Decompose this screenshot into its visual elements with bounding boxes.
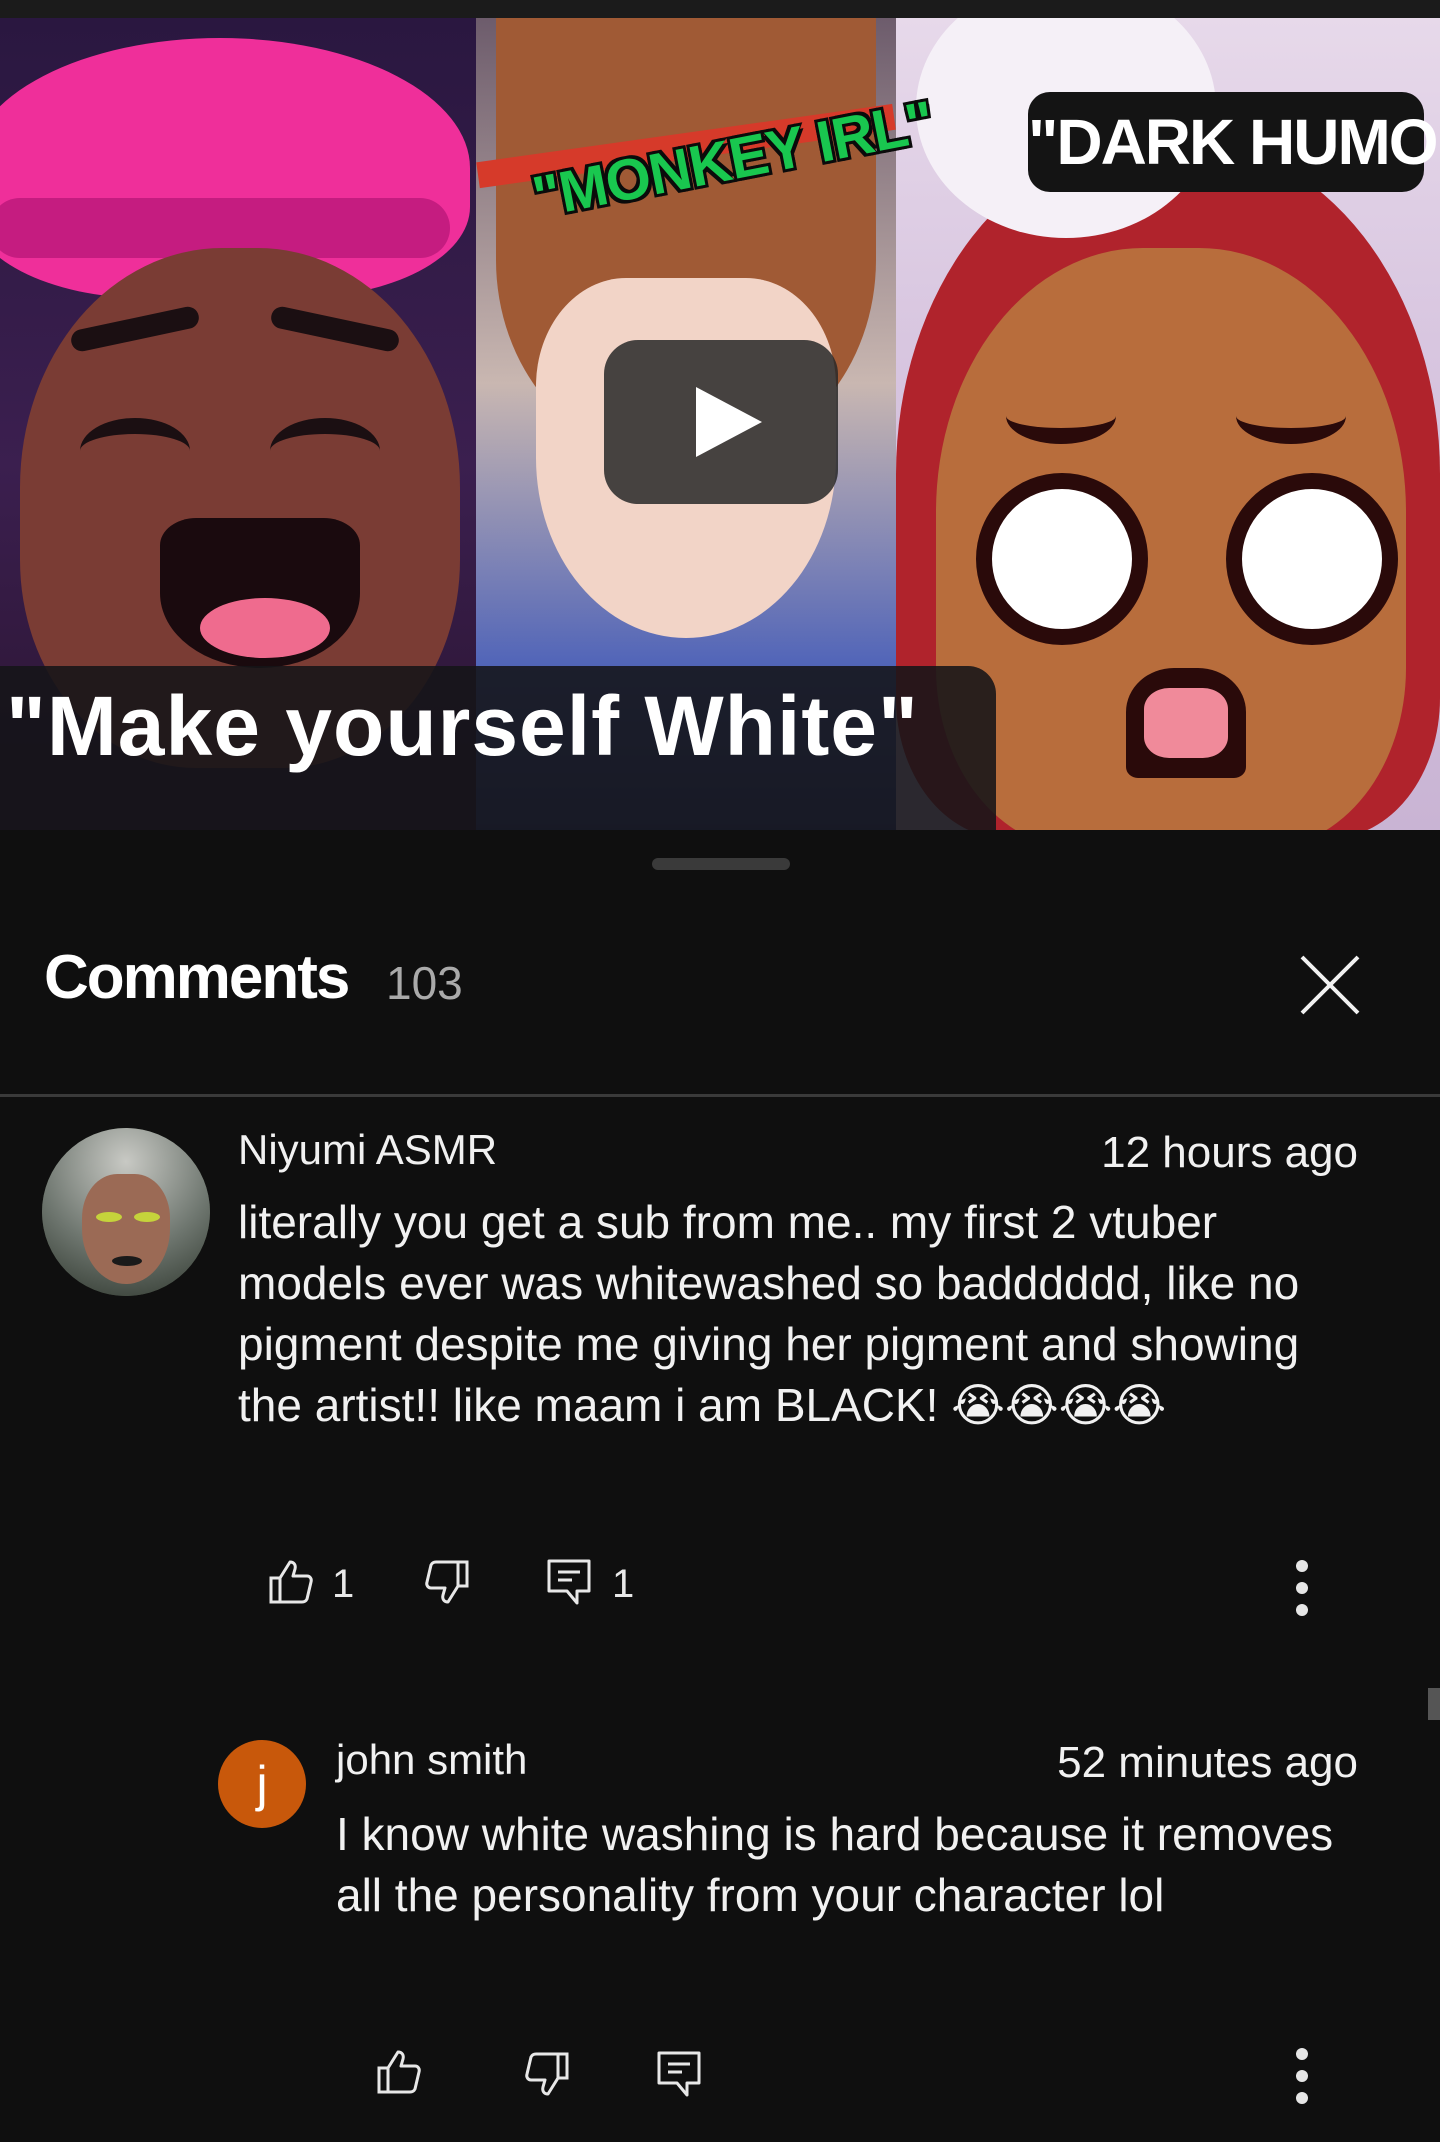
thumbnail-tag-dark-humor: "DARK HUMOR" [1028, 92, 1440, 192]
avatar[interactable]: j [218, 1740, 306, 1828]
like-count: 1 [332, 1562, 355, 1606]
comment-author[interactable]: john smith [336, 1736, 527, 1784]
reply-count: 1 [612, 1562, 635, 1606]
more-vertical-icon[interactable] [1296, 1560, 1308, 1626]
comment-time: 52 minutes ago [1057, 1738, 1358, 1787]
comment-text: I know white washing is hard because it … [336, 1808, 1334, 1921]
more-vertical-icon[interactable] [1296, 2048, 1308, 2114]
video-thumbnail[interactable]: "MONKEY IRL" "DARK HUMOR" "Make yourself… [0, 18, 1440, 830]
status-bar [0, 0, 1440, 18]
comments-title: Comments [44, 943, 350, 1012]
comments-sheet: Comments 103 Niyumi ASMR 12 hours ago li… [0, 830, 1440, 2142]
reply-icon[interactable] [656, 2050, 702, 2098]
thumbs-up-icon[interactable] [374, 2048, 422, 2096]
scrollbar[interactable] [1428, 1688, 1440, 1720]
comments-count: 103 [386, 957, 463, 1009]
reply-icon[interactable] [546, 1558, 592, 1606]
thumbnail-caption: "Make yourself White" [6, 679, 919, 773]
header-divider [0, 1094, 1440, 1097]
thumbs-up-icon[interactable] [266, 1558, 314, 1606]
play-button[interactable] [604, 340, 838, 504]
comment-time: 12 hours ago [1101, 1128, 1358, 1177]
thumbs-down-icon[interactable] [424, 1558, 472, 1606]
thumbs-down-icon[interactable] [524, 2050, 572, 2098]
close-icon[interactable] [1290, 945, 1370, 1025]
drag-handle[interactable] [652, 858, 790, 870]
avatar[interactable] [42, 1128, 210, 1296]
comment-author[interactable]: Niyumi ASMR [238, 1126, 497, 1174]
comment-text: literally you get a sub from me.. my fir… [238, 1196, 1300, 1431]
